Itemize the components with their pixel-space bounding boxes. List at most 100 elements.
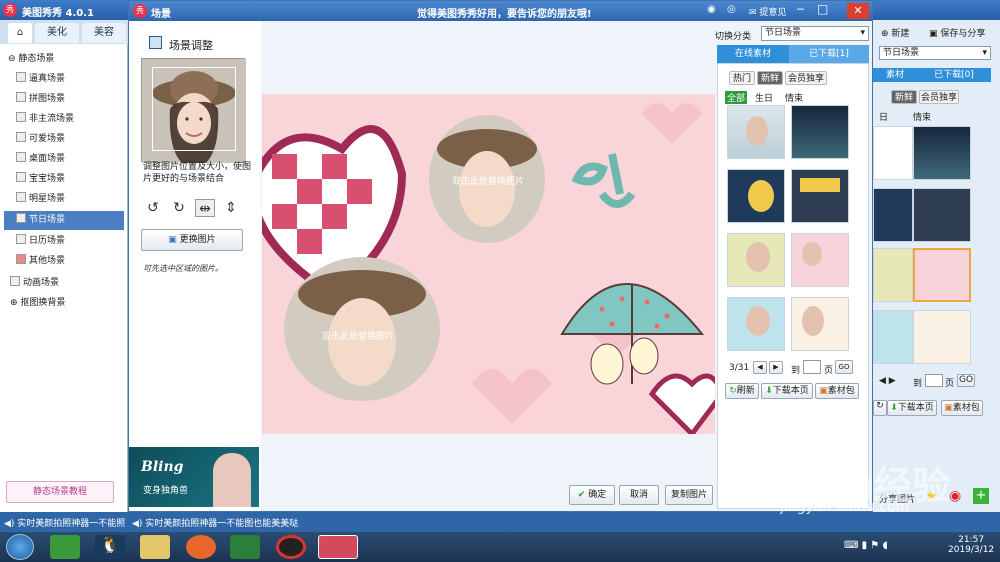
filter-new[interactable]: 新鲜 (757, 71, 783, 85)
status-text-mid[interactable]: ◀) 实时美颜拍照神器一不能图也能美美哒 (132, 516, 298, 529)
category-select[interactable]: 节日场景 ▾ (761, 26, 869, 41)
photo-placeholder-1[interactable]: 双击此处替换图片 (452, 174, 524, 187)
outer-filter-vip[interactable]: 会员独享 (919, 90, 959, 104)
outer-thumb-2[interactable] (913, 126, 971, 180)
feedback-link[interactable]: ✉ 提意见 (749, 5, 786, 18)
tray-icons[interactable]: ⌨ ▮ ⚑ ◖ (844, 540, 888, 551)
sidebar-item-cute[interactable]: 可爱场景 (16, 130, 126, 149)
outer-download-page-button[interactable]: ⬇下载本页 (887, 400, 937, 416)
sidebar-item-cutout[interactable]: ⊕ 抠图换背景 (10, 294, 65, 313)
crop-frame[interactable] (152, 67, 236, 151)
sidebar-item-calendar[interactable]: 日历场景 (16, 232, 126, 251)
weibo-icon[interactable]: ◎ (727, 4, 736, 15)
filter-hot[interactable]: 热门 (729, 71, 755, 85)
filter-birthday[interactable]: 生日 (755, 91, 773, 104)
taskbar-qq-icon[interactable]: 🐧 (95, 535, 125, 559)
material-thumb-7[interactable] (727, 297, 785, 351)
refresh-button[interactable]: ↻刷新 (725, 383, 759, 399)
filter-all[interactable]: 全部 (725, 91, 748, 104)
cancel-button[interactable]: 取消 (619, 485, 659, 505)
sidebar-item-other[interactable]: 其他场景 (16, 252, 126, 271)
material-pack-button[interactable]: ▣素材包 (815, 383, 859, 399)
start-button[interactable] (6, 534, 34, 560)
clock[interactable]: 21:57 2019/3/12 (948, 535, 994, 555)
taskbar-explorer-icon[interactable] (140, 535, 170, 559)
add-icon[interactable]: + (973, 488, 989, 504)
sidebar-item-animation[interactable]: 动画场景 (10, 274, 59, 293)
sidebar-item-static[interactable]: ⊖ 静态场景 (8, 50, 54, 69)
outer-page-input[interactable] (925, 374, 943, 387)
banner-subtitle: 变身独角兽 (143, 486, 189, 496)
minimize-button[interactable]: ─ (797, 3, 804, 16)
go-button[interactable]: GO (835, 360, 853, 374)
material-thumb-6[interactable] (791, 233, 849, 287)
sidebar-item-star[interactable]: 明星场景 (16, 190, 126, 209)
outer-category-select[interactable]: 节日场景 ▾ (879, 46, 991, 60)
outer-filter-new[interactable]: 新鲜 (891, 90, 917, 104)
replace-image-button[interactable]: ▣ 更换图片 (141, 229, 243, 251)
outer-tab-online[interactable]: 素材 (873, 68, 917, 82)
sidebar-item-baby[interactable]: 宝宝场景 (16, 170, 126, 189)
outer-thumb-5[interactable] (873, 248, 913, 302)
material-thumb-1[interactable] (727, 105, 785, 159)
weibo-icon[interactable]: ◉ (949, 488, 961, 504)
status-text-left[interactable]: ◀) 实时美颜拍照神器一不能照 (4, 516, 125, 529)
save-icon: ▣ (929, 29, 941, 39)
sidebar-item-nonmainstream[interactable]: 非主流场景 (16, 110, 126, 129)
material-thumb-3[interactable] (727, 169, 785, 223)
outer-prev-button[interactable]: ◀ ▶ (879, 376, 896, 386)
outer-filter-love[interactable]: 情束 (913, 110, 931, 123)
taskbar-app-360-icon[interactable] (50, 535, 80, 559)
bling-ad-banner[interactable]: Bling 变身独角兽 (129, 447, 259, 507)
outer-thumb-6[interactable] (913, 248, 971, 302)
close-button[interactable]: ✕ (847, 3, 869, 19)
prev-page-button[interactable]: ◀ (753, 361, 767, 374)
material-thumb-8[interactable] (791, 297, 849, 351)
outer-material-pack-button[interactable]: ▣素材包 (941, 400, 983, 416)
material-thumb-2[interactable] (791, 105, 849, 159)
rotate-left-icon[interactable]: ↺ (143, 199, 163, 217)
outer-thumb-7[interactable] (873, 310, 913, 364)
scene-canvas[interactable]: 双击此处替换图片 双击此处替换图片 (262, 94, 716, 434)
home-icon[interactable]: ⌂ (8, 23, 32, 43)
page-input[interactable] (803, 360, 821, 374)
outer-thumb-8[interactable] (913, 310, 971, 364)
taskbar-firefox-icon[interactable] (186, 535, 216, 559)
copy-image-button[interactable]: 复制图片 (665, 485, 713, 505)
ok-button[interactable]: ✔ 确定 (569, 485, 615, 505)
download-page-button[interactable]: ⬇下载本页 (761, 383, 813, 399)
save-share-button[interactable]: ▣ 保存与分享 (929, 26, 985, 39)
sidebar-item-collage[interactable]: 拼图场景 (16, 90, 126, 109)
outer-refresh-button[interactable]: ↻ (873, 400, 887, 416)
tab-beautify[interactable]: 美化 (35, 23, 79, 43)
tab-beauty[interactable]: 美容 (82, 23, 126, 43)
filter-vip[interactable]: 会员独享 (785, 71, 827, 85)
outer-thumb-1[interactable] (873, 126, 913, 180)
outer-tab-downloaded[interactable]: 已下载[0] (917, 68, 991, 82)
tab-downloaded[interactable]: 已下载[1] (789, 45, 869, 63)
flip-horizontal-icon[interactable]: ⇹ (195, 199, 215, 217)
qq-icon[interactable]: ◉ (707, 4, 716, 15)
sidebar-item-desktop[interactable]: 桌面场景 (16, 150, 126, 169)
material-thumb-5[interactable] (727, 233, 785, 287)
filter-love[interactable]: 情束 (785, 91, 803, 104)
tab-online-material[interactable]: 在线素材 (717, 45, 789, 63)
outer-thumb-3[interactable] (873, 188, 913, 242)
outer-filter-birthday[interactable]: 日 (879, 110, 888, 123)
photo-placeholder-2[interactable]: 双击此处替换图片 (322, 329, 394, 342)
taskbar-video-icon[interactable] (230, 535, 260, 559)
selected-photo-thumbnail[interactable] (141, 58, 246, 163)
material-thumb-4[interactable] (791, 169, 849, 223)
rotate-right-icon[interactable]: ↻ (169, 199, 189, 217)
sidebar-item-realistic[interactable]: 逼真场景 (16, 70, 126, 89)
taskbar-meitu-icon[interactable] (318, 535, 358, 559)
sidebar-item-holiday[interactable]: 节日场景 (4, 211, 124, 230)
outer-go-button[interactable]: GO (957, 374, 975, 387)
flip-vertical-icon[interactable]: ⇕ (221, 199, 241, 217)
maximize-button[interactable]: □ (817, 2, 828, 16)
static-scene-tutorial-button[interactable]: 静态场景教程 (6, 481, 114, 503)
outer-thumb-4[interactable] (913, 188, 971, 242)
taskbar-record-icon[interactable] (276, 535, 306, 559)
new-button[interactable]: ⊕ 新建 (881, 26, 909, 39)
next-page-button[interactable]: ▶ (769, 361, 783, 374)
